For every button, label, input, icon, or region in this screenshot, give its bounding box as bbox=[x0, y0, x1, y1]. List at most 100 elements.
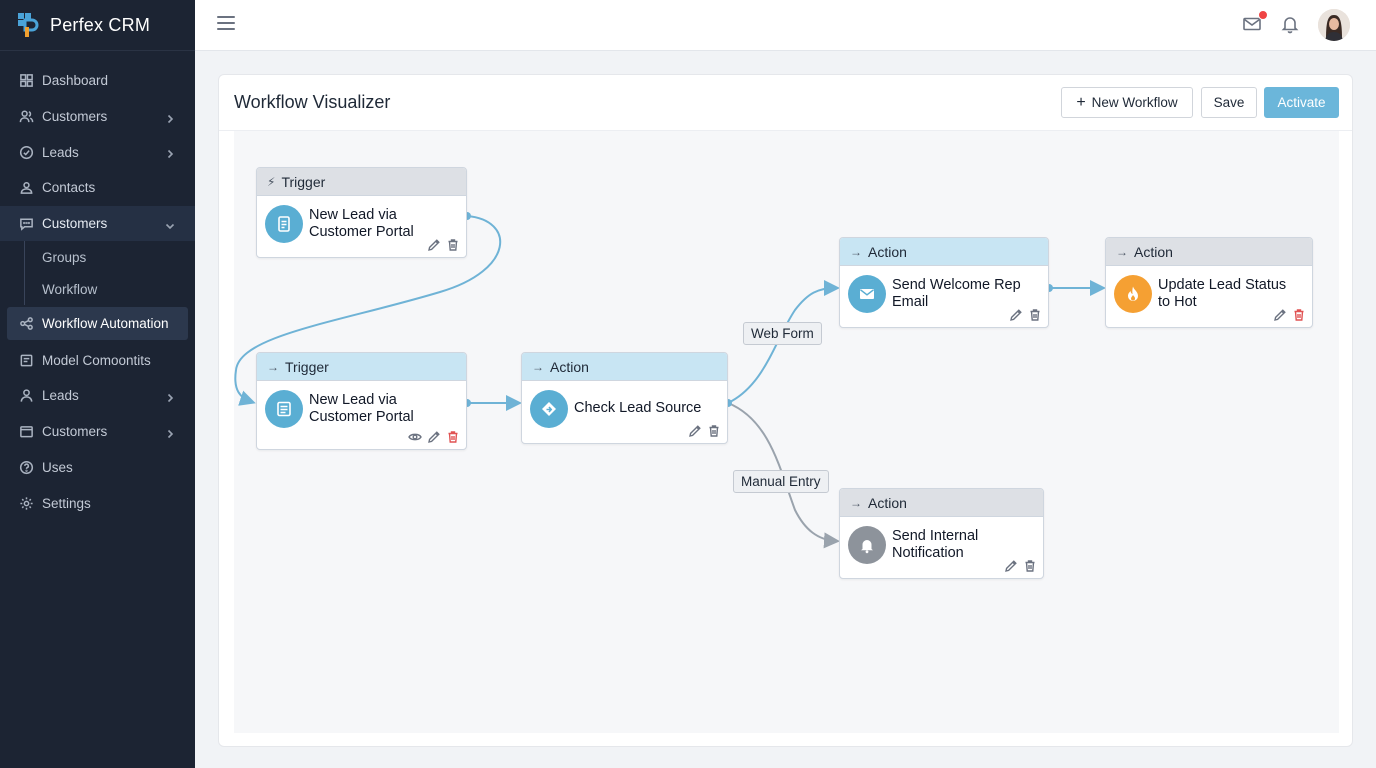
edit-icon[interactable] bbox=[688, 424, 702, 438]
sidebar-item-workflow-automation[interactable]: Workflow Automation bbox=[7, 307, 188, 341]
folder-icon bbox=[18, 424, 34, 440]
trash-icon[interactable] bbox=[707, 424, 721, 438]
node-send-internal-notification[interactable]: → Action Send Internal Notification bbox=[839, 488, 1044, 579]
form-icon bbox=[265, 205, 303, 243]
node-type: Trigger bbox=[285, 358, 329, 375]
save-button[interactable]: Save bbox=[1201, 87, 1257, 118]
sidebar-item-leads-2[interactable]: Leads bbox=[0, 378, 195, 414]
edit-icon[interactable] bbox=[427, 430, 441, 444]
sidebar-item-contacts[interactable]: Contacts bbox=[0, 170, 195, 206]
sidebar-item-dashboard[interactable]: Dashboard bbox=[0, 63, 195, 99]
node-trigger-1[interactable]: ⚡ Trigger New Lead via Customer Portal bbox=[256, 167, 467, 258]
node-type: Action bbox=[868, 494, 907, 511]
edit-icon[interactable] bbox=[1009, 308, 1023, 322]
new-workflow-label: New Workflow bbox=[1091, 95, 1178, 110]
chevron-right-icon bbox=[165, 427, 175, 438]
sidebar-item-label: Model Comoontits bbox=[42, 352, 151, 368]
notification-badge bbox=[1258, 10, 1268, 20]
avatar[interactable] bbox=[1318, 9, 1350, 41]
eye-icon[interactable] bbox=[408, 430, 422, 444]
check-circle-icon bbox=[18, 144, 34, 160]
chevron-right-icon bbox=[165, 391, 175, 403]
node-actions bbox=[1273, 308, 1306, 322]
edge-label-manual-entry: Manual Entry bbox=[733, 470, 829, 493]
sidebar-item-customers-open[interactable]: Customers bbox=[0, 205, 195, 242]
arrow-right-icon: → bbox=[267, 359, 279, 374]
node-check-lead-source[interactable]: → Action Check Lead Source bbox=[521, 352, 728, 444]
node-trigger-2[interactable]: → Trigger New Lead via Customer Portal bbox=[256, 352, 467, 450]
node-label-line-2: to Hot bbox=[1158, 293, 1197, 310]
sidebar-subitem-workflow[interactable]: Workflow bbox=[25, 273, 195, 305]
sidebar-item-label: Settings bbox=[42, 495, 91, 511]
sidebar-item-customers-2[interactable]: Customers bbox=[0, 414, 195, 450]
node-label-line-1: Send Internal bbox=[892, 528, 979, 544]
brand[interactable]: Perfex CRM bbox=[0, 0, 195, 51]
card-header: Workflow Visualizer + New Workflow Save … bbox=[219, 75, 1352, 131]
node-type: Action bbox=[868, 243, 907, 260]
users-icon bbox=[18, 109, 34, 125]
plus-icon: + bbox=[1076, 93, 1086, 111]
document-icon bbox=[265, 390, 303, 428]
arrow-right-icon: → bbox=[850, 495, 862, 510]
node-actions bbox=[408, 430, 460, 444]
share-nodes-icon bbox=[18, 316, 34, 332]
arrow-right-icon: → bbox=[532, 359, 544, 374]
chevron-right-icon bbox=[165, 147, 175, 159]
node-label: Send Welcome Rep Email bbox=[892, 277, 1021, 310]
node-label-line-2: Customer Portal bbox=[309, 223, 414, 240]
edge-label-web-form: Web Form bbox=[743, 322, 822, 345]
sidebar-item-uses[interactable]: Uses bbox=[0, 450, 195, 486]
trash-icon[interactable] bbox=[446, 238, 460, 252]
sidebar-item-model-components[interactable]: Model Comoontits bbox=[0, 342, 195, 378]
page-title: Workflow Visualizer bbox=[234, 92, 391, 112]
node-send-welcome-email[interactable]: → Action Send Welcome Rep Email bbox=[839, 237, 1049, 328]
node-label: Update Lead Status to Hot bbox=[1158, 277, 1286, 310]
new-workflow-button[interactable]: + New Workflow bbox=[1061, 87, 1193, 118]
node-header: → Action bbox=[1106, 238, 1312, 266]
perfex-logo-icon bbox=[18, 13, 39, 37]
app-name: Perfex CRM bbox=[50, 14, 151, 35]
node-header: → Action bbox=[840, 238, 1048, 266]
dashboard-icon bbox=[18, 73, 34, 89]
sidebar-item-label: Workflow Automation bbox=[42, 316, 169, 332]
decision-icon bbox=[530, 390, 568, 428]
sidebar-item-customers[interactable]: Customers bbox=[0, 99, 195, 135]
node-type: Action bbox=[1134, 243, 1173, 260]
node-label: Send Internal Notification bbox=[892, 528, 978, 561]
bolt-icon: ⚡ bbox=[267, 174, 276, 189]
chevron-right-icon bbox=[165, 112, 175, 123]
node-label: Check Lead Source bbox=[574, 400, 701, 417]
sidebar-item-label: Customers bbox=[42, 109, 108, 125]
node-label-line-1: Update Lead Status bbox=[1158, 277, 1287, 293]
bell-icon[interactable] bbox=[1280, 14, 1300, 34]
mail-icon bbox=[848, 275, 886, 313]
sidebar-nav: Dashboard Customers Leads Contacts Custo… bbox=[0, 51, 195, 521]
node-label-line-2: Email bbox=[892, 293, 929, 310]
sidebar-item-label: Dashboard bbox=[42, 73, 109, 89]
menu-icon[interactable] bbox=[217, 16, 235, 32]
node-label-line-1: Check Lead Source bbox=[574, 400, 702, 416]
trash-icon[interactable] bbox=[1028, 308, 1042, 322]
edit-icon[interactable] bbox=[1004, 559, 1018, 573]
edit-icon[interactable] bbox=[427, 238, 441, 252]
edit-icon[interactable] bbox=[1273, 308, 1287, 322]
node-label-line-1: New Lead via bbox=[309, 392, 397, 408]
trash-icon[interactable] bbox=[1292, 308, 1306, 322]
trash-icon[interactable] bbox=[446, 430, 460, 444]
sidebar-item-leads[interactable]: Leads bbox=[0, 134, 195, 170]
node-update-lead-status[interactable]: → Action Update Lead Status to Hot bbox=[1105, 237, 1313, 328]
sidebar: Perfex CRM Dashboard Customers Leads Con… bbox=[0, 0, 195, 768]
bell-icon bbox=[848, 526, 886, 564]
gear-icon bbox=[18, 495, 34, 511]
node-header: → Trigger bbox=[257, 353, 466, 381]
sidebar-subitem-groups[interactable]: Groups bbox=[25, 241, 195, 273]
trash-icon[interactable] bbox=[1023, 559, 1037, 573]
node-label: New Lead via Customer Portal bbox=[309, 392, 414, 425]
node-label-line-2: Notification bbox=[892, 544, 964, 561]
sidebar-item-settings[interactable]: Settings bbox=[0, 485, 195, 521]
help-icon bbox=[18, 459, 34, 475]
arrow-right-icon: → bbox=[1116, 244, 1128, 259]
chat-icon bbox=[18, 216, 34, 232]
mail-icon[interactable] bbox=[1242, 10, 1268, 34]
activate-button[interactable]: Activate bbox=[1264, 87, 1339, 118]
